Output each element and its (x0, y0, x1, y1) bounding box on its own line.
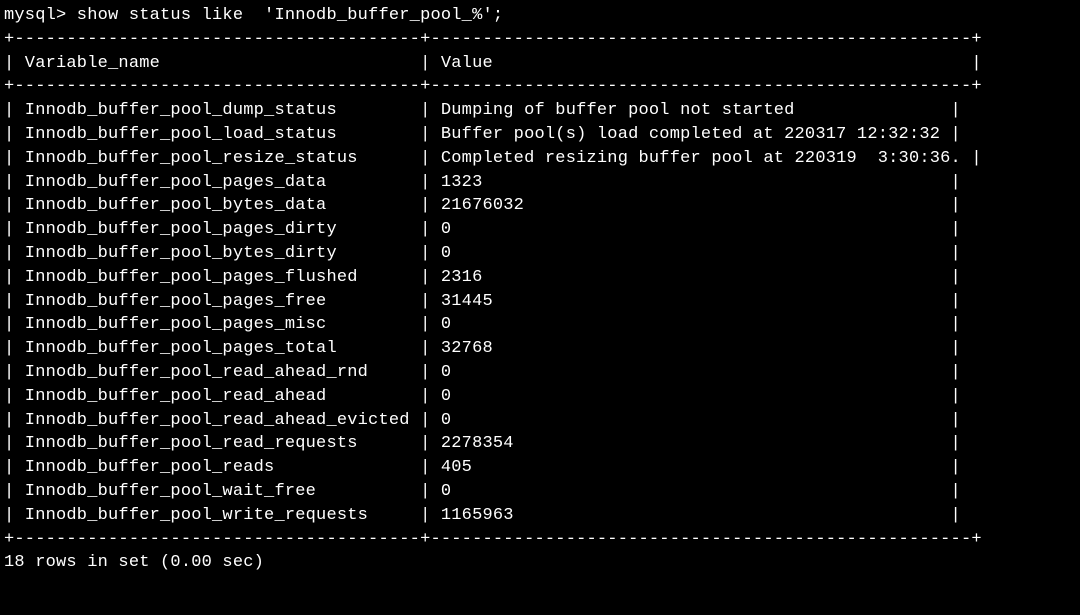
result-footer: 18 rows in set (0.00 sec) (4, 551, 1076, 575)
table-row: | Innodb_buffer_pool_bytes_dirty | 0 | (4, 242, 1076, 266)
table-row: | Innodb_buffer_pool_pages_data | 1323 | (4, 171, 1076, 195)
table-header: | Variable_name | Value | (4, 52, 1076, 76)
table-row: | Innodb_buffer_pool_pages_misc | 0 | (4, 313, 1076, 337)
prompt-line: mysql> show status like 'Innodb_buffer_p… (4, 4, 1076, 28)
table-row: | Innodb_buffer_pool_read_requests | 227… (4, 432, 1076, 456)
table-border-bottom: +---------------------------------------… (4, 528, 1076, 552)
table-row: | Innodb_buffer_pool_resize_status | Com… (4, 147, 1076, 171)
table-row: | Innodb_buffer_pool_reads | 405 | (4, 456, 1076, 480)
terminal-output: mysql> show status like 'Innodb_buffer_p… (4, 4, 1076, 575)
table-row: | Innodb_buffer_pool_pages_total | 32768… (4, 337, 1076, 361)
table-row: | Innodb_buffer_pool_write_requests | 11… (4, 504, 1076, 528)
table-row: | Innodb_buffer_pool_pages_flushed | 231… (4, 266, 1076, 290)
table-row: | Innodb_buffer_pool_read_ahead_evicted … (4, 409, 1076, 433)
table-row: | Innodb_buffer_pool_read_ahead_rnd | 0 … (4, 361, 1076, 385)
table-row: | Innodb_buffer_pool_bytes_data | 216760… (4, 194, 1076, 218)
table-row: | Innodb_buffer_pool_pages_dirty | 0 | (4, 218, 1076, 242)
table-row: | Innodb_buffer_pool_pages_free | 31445 … (4, 290, 1076, 314)
table-row: | Innodb_buffer_pool_read_ahead | 0 | (4, 385, 1076, 409)
table-border-top: +---------------------------------------… (4, 28, 1076, 52)
table-row: | Innodb_buffer_pool_dump_status | Dumpi… (4, 99, 1076, 123)
table-rows: | Innodb_buffer_pool_dump_status | Dumpi… (4, 99, 1076, 527)
table-row: | Innodb_buffer_pool_wait_free | 0 | (4, 480, 1076, 504)
table-row: | Innodb_buffer_pool_load_status | Buffe… (4, 123, 1076, 147)
table-border-mid: +---------------------------------------… (4, 75, 1076, 99)
